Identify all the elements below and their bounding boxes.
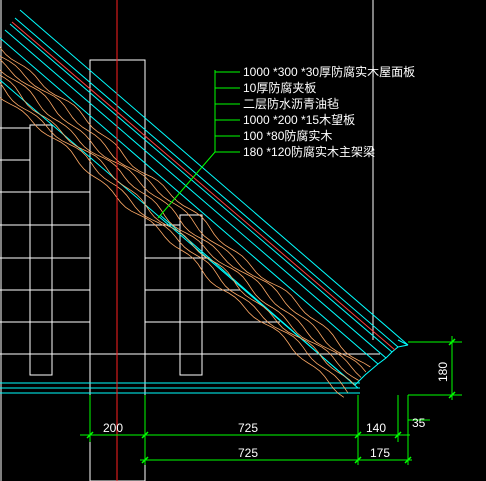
dim-text-200: 200 — [103, 421, 123, 435]
leader-diagonal — [157, 151, 216, 219]
callout-label-timber: 100 *80防腐实木 — [243, 128, 332, 143]
dim-text-35: 35 — [412, 416, 426, 430]
dim-text-140: 140 — [366, 421, 386, 435]
dimension-ticks — [86, 338, 456, 464]
dim-text-725-lower: 725 — [238, 446, 258, 460]
dim-text-175: 175 — [370, 446, 390, 460]
roof-board-top — [19, 9, 409, 346]
callout-label-roof-board: 1000 *300 *30厚防腐实木屋面板 — [243, 64, 415, 79]
callout-label-plywood: 10厚防腐夹板 — [243, 80, 316, 95]
sheathing-line — [0, 37, 379, 365]
callout-label-waterproof-felt: 二层防水沥青油毡 — [243, 96, 339, 111]
callout-labels: 1000 *300 *30厚防腐实木屋面板 10厚防腐夹板 二层防水沥青油毡 1… — [243, 64, 415, 159]
callout-label-sheathing: 1000 *200 *15木望板 — [243, 113, 355, 127]
dim-text-180: 180 — [436, 362, 450, 382]
posts — [29, 59, 203, 481]
post-right — [179, 214, 203, 376]
membrane-line — [4, 29, 387, 359]
dimension-lines — [80, 336, 462, 465]
callout-label-main-beam: 180 *120防腐实木主架梁 — [243, 144, 375, 159]
callout-leader — [157, 70, 240, 219]
cad-drawing-canvas: 1000 *300 *30厚防腐实木屋面板 10厚防腐夹板 二层防水沥青油毡 1… — [0, 0, 462, 481]
post-left — [29, 124, 53, 376]
base-lines — [0, 382, 360, 394]
dim-text-725-upper: 725 — [238, 421, 258, 435]
